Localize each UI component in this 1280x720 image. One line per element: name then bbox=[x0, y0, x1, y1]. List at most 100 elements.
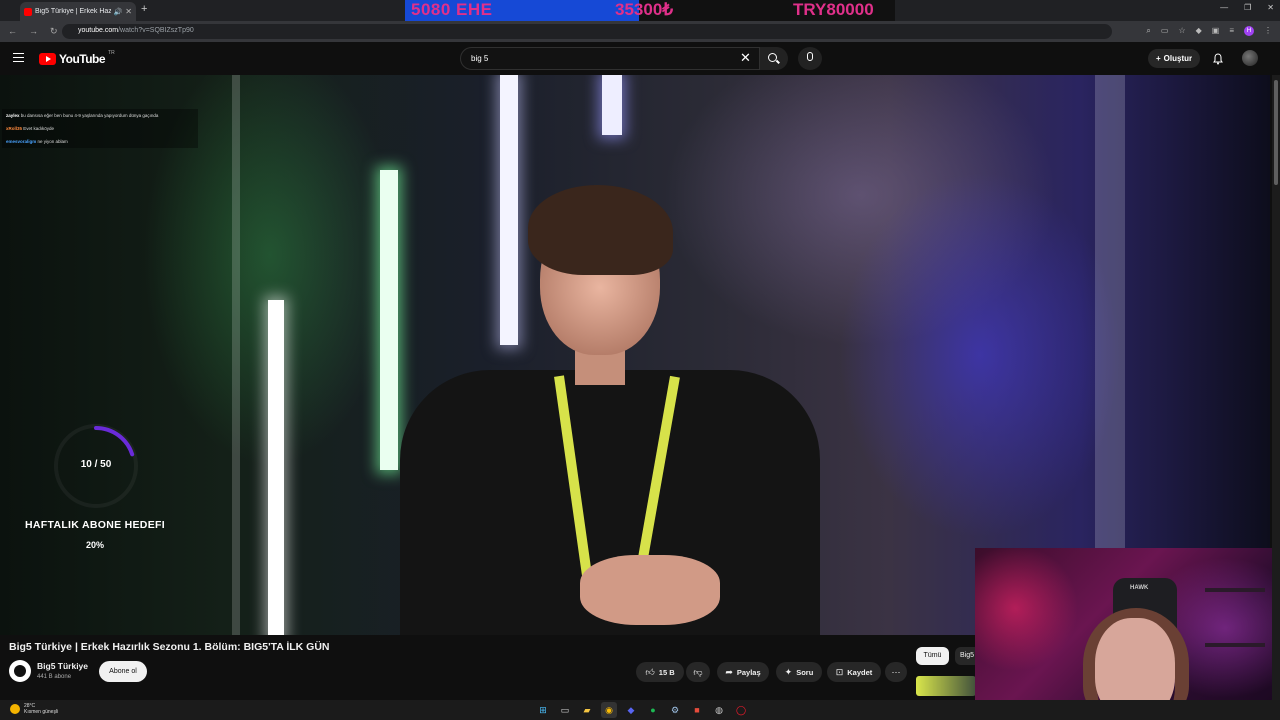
subscriber-count: 441 B abone bbox=[37, 674, 72, 680]
discord-icon[interactable]: ◆ bbox=[623, 702, 639, 718]
weather-widget[interactable]: 28°C Kısmen güneşli bbox=[10, 703, 58, 715]
channel-avatar[interactable] bbox=[9, 660, 31, 682]
goal-count: 10 / 50 bbox=[80, 459, 112, 470]
obs-icon[interactable]: ■ bbox=[689, 702, 705, 718]
sun-icon bbox=[10, 704, 20, 714]
windows-start-icon[interactable]: ⊞ bbox=[535, 702, 551, 718]
browser-menu-icon[interactable]: ⋮ bbox=[1264, 26, 1272, 36]
url-host: youtube.com bbox=[78, 27, 119, 34]
webcam-shelf bbox=[1205, 588, 1265, 592]
webcam-shelf bbox=[1205, 643, 1265, 647]
video-title: Big5 Türkiye | Erkek Hazırlık Sezonu 1. … bbox=[9, 641, 330, 653]
sparkle-icon: ✦ bbox=[784, 666, 793, 677]
chat-username: xRoll35 bbox=[6, 126, 23, 131]
like-button[interactable]: 👍︎ 15 B bbox=[636, 662, 684, 682]
youtube-logo[interactable]: YouTube TR bbox=[39, 50, 115, 66]
light-tube bbox=[602, 75, 622, 135]
scrollbar-thumb[interactable] bbox=[1274, 80, 1278, 185]
url-field[interactable]: youtube.com/watch?v=SQBIZszTp90 bbox=[62, 24, 1112, 39]
bookmark-star-icon[interactable]: ☆ bbox=[1178, 26, 1185, 36]
nav-buttons: ← → ↻ bbox=[0, 26, 58, 37]
voice-search-button[interactable] bbox=[798, 47, 822, 70]
like-count: 15 B bbox=[658, 667, 675, 677]
stream-chat-overlay: zaylex bu dansısa eğer ben bunu 4-9 yaşl… bbox=[2, 109, 198, 148]
speaker-icon[interactable]: 🔊 bbox=[114, 8, 123, 16]
browser-tab-active[interactable]: Big5 Türkiye | Erkek Hazırlık 🔊 ✕ bbox=[20, 2, 136, 21]
browser-address-bar: ← → ↻ youtube.com/watch?v=SQBIZszTp90 ⌕ … bbox=[0, 21, 1280, 42]
chat-text: ne yiyon ablam bbox=[37, 139, 68, 144]
screen: Big5 Türkiye | Erkek Hazırlık 🔊 ✕ + — ❐ … bbox=[0, 0, 1280, 720]
profile-avatar-icon[interactable]: H bbox=[1244, 26, 1254, 36]
plus-icon: + bbox=[1156, 54, 1161, 63]
weather-text: 28°C Kısmen güneşli bbox=[24, 703, 58, 715]
microphone-icon bbox=[807, 52, 813, 61]
close-window-icon[interactable]: ✕ bbox=[1267, 3, 1274, 12]
chat-text: bu dansısa eğer ben bunu 4-9 yaşlarında … bbox=[20, 113, 159, 118]
restore-icon[interactable]: ❐ bbox=[1244, 3, 1251, 12]
zoom-icon[interactable]: ⌕ bbox=[1146, 26, 1150, 36]
account-avatar[interactable] bbox=[1242, 50, 1258, 66]
more-actions-button[interactable]: ⋯ bbox=[885, 662, 907, 682]
recommended-video-thumbnail[interactable] bbox=[916, 676, 976, 696]
person-hands bbox=[580, 555, 720, 625]
github-icon[interactable]: ◍ bbox=[711, 702, 727, 718]
browser-toolbar-icons: ⌕ ▭ ☆ ◆ ▣ ≡ H ⋮ bbox=[1146, 26, 1272, 36]
steam-icon[interactable]: ⚙ bbox=[667, 702, 683, 718]
goal-title: HAFTALIK ABONE HEDEFI bbox=[25, 519, 165, 531]
opera-icon[interactable]: ◯ bbox=[733, 702, 749, 718]
reload-icon[interactable]: ↻ bbox=[50, 26, 58, 37]
hamburger-menu-icon[interactable] bbox=[13, 53, 24, 62]
chat-username: zaylex bbox=[6, 113, 20, 118]
overlay-left-text: 5080 EHE bbox=[411, 0, 493, 19]
streamer-webcam: HAWK bbox=[975, 548, 1272, 720]
share-button[interactable]: ➦ Paylaş bbox=[717, 662, 769, 682]
spotify-icon[interactable]: ● bbox=[645, 702, 661, 718]
chat-username: emesvoraligm bbox=[6, 139, 37, 144]
subscribe-button[interactable]: Abone ol bbox=[99, 661, 147, 682]
chat-message: zaylex bu dansısa eğer ben bunu 4-9 yaşl… bbox=[2, 109, 198, 122]
page-scrollbar[interactable] bbox=[1272, 75, 1280, 700]
task-view-icon[interactable]: ▭ bbox=[557, 702, 573, 718]
chat-message: emesvoraligm ne yiyon ablam bbox=[2, 135, 198, 148]
save-label: Kaydet bbox=[847, 667, 873, 677]
back-icon[interactable]: ← bbox=[8, 26, 17, 37]
weather-condition: Kısmen güneşli bbox=[24, 709, 59, 715]
create-button[interactable]: + Oluştur bbox=[1148, 49, 1201, 68]
search-input[interactable]: big 5 bbox=[460, 47, 760, 70]
youtube-header: YouTube TR big 5 ✕ + Oluştur bbox=[0, 42, 1280, 75]
chair-label: HAWK bbox=[1130, 585, 1149, 591]
ask-button[interactable]: ✦ Soru bbox=[776, 662, 822, 682]
save-button[interactable]: ⊡ Kaydet bbox=[827, 662, 881, 682]
minimize-icon[interactable]: — bbox=[1220, 3, 1228, 12]
share-label: Paylaş bbox=[736, 667, 761, 677]
forward-icon[interactable]: → bbox=[29, 26, 38, 37]
close-tab-icon[interactable]: ✕ bbox=[125, 7, 132, 16]
dislike-button[interactable]: 👎︎ bbox=[686, 662, 710, 682]
new-tab-icon[interactable]: + bbox=[141, 3, 147, 15]
extension-icon[interactable]: ◆ bbox=[1196, 26, 1202, 36]
cast-icon[interactable]: ▭ bbox=[1161, 26, 1169, 36]
goal-percent: 20% bbox=[85, 540, 104, 550]
extensions-puzzle-icon[interactable]: ▣ bbox=[1212, 26, 1220, 36]
person-in-video bbox=[380, 135, 840, 635]
media-icon[interactable]: ≡ bbox=[1229, 26, 1234, 36]
thumbs-up-icon: 👍︎ bbox=[645, 666, 655, 677]
bookmark-icon: ⊡ bbox=[835, 666, 844, 677]
windows-taskbar: 28°C Kısmen güneşli ⊞ ▭ ▰ ◉ ◆ ● ⚙ ■ ◍ ◯ bbox=[0, 700, 1280, 720]
file-explorer-icon[interactable]: ▰ bbox=[579, 702, 595, 718]
channel-name[interactable]: Big5 Türkiye bbox=[37, 661, 88, 671]
thumbs-down-icon: 👎︎ bbox=[693, 666, 703, 677]
clear-search-icon[interactable]: ✕ bbox=[740, 50, 751, 66]
create-label: Oluştur bbox=[1163, 54, 1193, 63]
overlay-right-text: TRY80000 bbox=[793, 0, 874, 19]
shelf-pillar bbox=[232, 75, 240, 635]
search-button[interactable] bbox=[760, 47, 788, 70]
chrome-icon[interactable]: ◉ bbox=[601, 702, 617, 718]
youtube-play-icon bbox=[39, 53, 56, 65]
chip-all[interactable]: Tümü bbox=[916, 647, 949, 665]
share-icon: ➦ bbox=[725, 666, 733, 677]
ask-label: Soru bbox=[796, 667, 814, 677]
notifications-bell-icon[interactable] bbox=[1212, 52, 1224, 65]
url-path: /watch?v=SQBIZszTp90 bbox=[118, 27, 194, 34]
country-code: TR bbox=[108, 50, 115, 56]
